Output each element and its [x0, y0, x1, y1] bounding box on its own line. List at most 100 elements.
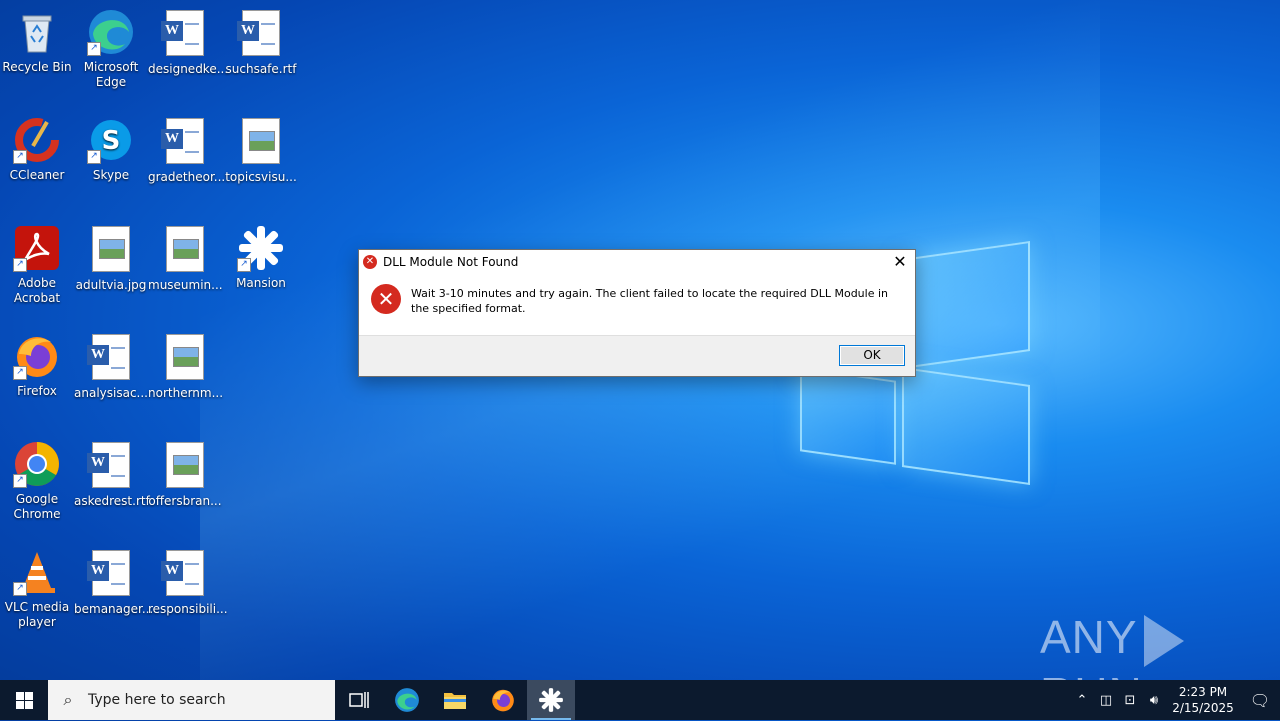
clock-date: 2/15/2025: [1172, 701, 1234, 715]
desktop-icon-label: Google Chrome: [13, 492, 61, 521]
dialog-message: Wait 3-10 minutes and try again. The cli…: [411, 287, 888, 315]
task-view-icon: [349, 692, 369, 708]
desktop-icon-responsibili[interactable]: W responsibili...: [148, 548, 228, 617]
desktop-icon-adultvia[interactable]: adultvia.jpg: [74, 224, 148, 293]
image-file-icon: [87, 226, 135, 274]
error-dialog: ✕ DLL Module Not Found ✕ ✕ Wait 3-10 min…: [358, 249, 916, 377]
word-doc-icon: W: [161, 118, 209, 166]
desktop-icon-label: Adobe Acrobat: [13, 276, 61, 305]
notification-center-icon[interactable]: 🗨︎: [1240, 691, 1280, 710]
shortcut-arrow-icon: ↗: [87, 42, 101, 56]
word-doc-icon: W: [237, 10, 285, 58]
chevron-up-icon[interactable]: ⌃: [1070, 693, 1094, 708]
dialog-footer: OK: [359, 335, 915, 376]
taskbar-file-explorer-button[interactable]: [431, 680, 479, 720]
desktop-icon-museumin[interactable]: museumin...: [148, 224, 223, 293]
search-placeholder: Type here to search: [88, 692, 226, 708]
wallpaper-logo-pane: [800, 367, 896, 465]
recycle-bin-icon: [13, 8, 61, 56]
desktop-icon-label: suchsafe.rtf: [225, 62, 297, 76]
desktop-icon-label: gradetheor...: [148, 170, 226, 184]
desktop-icon-label: Recycle Bin: [2, 60, 72, 74]
chrome-icon: ↗: [13, 440, 61, 488]
close-button[interactable]: ✕: [887, 250, 913, 274]
mansion-app-icon: ↗: [237, 224, 285, 272]
taskbar-clock[interactable]: 2:23 PM 2/15/2025: [1166, 684, 1240, 716]
start-button[interactable]: [0, 680, 48, 720]
desktop-icon-label: topicsvisu...: [225, 170, 297, 184]
svg-text:S: S: [102, 126, 121, 156]
desktop-icon-recycle-bin[interactable]: Recycle Bin: [0, 8, 74, 75]
desktop-icon-label: responsibili...: [148, 602, 228, 616]
desktop-icon-label: VLC media player: [4, 600, 70, 629]
word-doc-icon: W: [87, 334, 135, 382]
desktop-icon-suchsafe[interactable]: W suchsafe.rtf: [224, 8, 298, 77]
desktop-icon-label: analysisac...: [74, 386, 148, 400]
desktop-icon-vlc[interactable]: ↗ VLC media player: [0, 548, 74, 630]
acrobat-icon: ↗: [13, 224, 61, 272]
shortcut-arrow-icon: ↗: [13, 366, 27, 380]
desktop-icon-firefox[interactable]: ↗ Firefox: [0, 332, 74, 399]
desktop-icon-mansion[interactable]: ↗ Mansion: [224, 224, 298, 291]
desktop-icon-label: Microsoft Edge: [83, 60, 139, 89]
desktop-icon-label: Firefox: [17, 384, 57, 398]
dialog-title-bar[interactable]: ✕ DLL Module Not Found: [359, 250, 915, 274]
desktop-icon-ccleaner[interactable]: ↗ CCleaner: [0, 116, 74, 183]
taskbar: ⌕ Type here to search ⌃ ◫ ⊡ 🔊︎ 2:23 PM 2…: [0, 680, 1280, 720]
mansion-app-icon: [539, 688, 563, 712]
edge-icon: [395, 688, 419, 712]
error-icon: ✕: [363, 255, 377, 269]
skype-icon: S ↗: [87, 116, 135, 164]
meet-now-icon[interactable]: ◫: [1094, 693, 1118, 708]
word-doc-icon: W: [87, 550, 135, 598]
dialog-body: ✕ Wait 3-10 minutes and try again. The c…: [359, 274, 915, 334]
network-icon[interactable]: ⊡: [1118, 693, 1142, 708]
image-file-icon: [237, 118, 285, 166]
system-tray: ⌃ ◫ ⊡ 🔊︎ 2:23 PM 2/15/2025 🗨︎: [1070, 680, 1280, 720]
word-doc-icon: W: [161, 550, 209, 598]
edge-icon: ↗: [87, 8, 135, 56]
word-doc-icon: W: [87, 442, 135, 490]
shortcut-arrow-icon: ↗: [13, 582, 27, 596]
search-icon: ⌕: [63, 690, 73, 709]
shortcut-arrow-icon: ↗: [237, 258, 251, 272]
taskbar-search-box[interactable]: ⌕ Type here to search: [48, 680, 335, 720]
watermark-left: ANY: [1040, 611, 1138, 663]
desktop-icon-designedke[interactable]: W designedke...: [148, 8, 229, 77]
desktop-icon-adobe-acrobat[interactable]: ↗ Adobe Acrobat: [0, 224, 74, 306]
taskbar-mansion-button[interactable]: [527, 680, 575, 720]
vlc-icon: ↗: [13, 548, 61, 596]
desktop-icon-gradetheor[interactable]: W gradetheor...: [148, 116, 226, 185]
desktop-icon-askedrest[interactable]: W askedrest.rtf: [74, 440, 150, 509]
desktop-icon-skype[interactable]: S ↗ Skype: [74, 116, 148, 183]
wallpaper-logo-pane: [902, 241, 1030, 369]
firefox-icon: [492, 689, 514, 712]
volume-icon[interactable]: 🔊︎: [1142, 693, 1166, 708]
error-icon: ✕: [371, 284, 401, 314]
desktop-icon-label: offersbran...: [148, 494, 222, 508]
desktop-icon-label: Mansion: [236, 276, 286, 290]
shortcut-arrow-icon: ↗: [13, 258, 27, 272]
wallpaper-logo-pane: [902, 367, 1030, 485]
windows-logo-icon: [15, 691, 33, 709]
task-view-button[interactable]: [335, 680, 383, 720]
desktop-icon-bemanager[interactable]: W bemanager...: [74, 548, 153, 617]
image-file-icon: [161, 442, 209, 490]
shortcut-arrow-icon: ↗: [13, 150, 27, 164]
desktop-icon-offersbran[interactable]: offersbran...: [148, 440, 222, 509]
desktop-icon-microsoft-edge[interactable]: ↗ Microsoft Edge: [74, 8, 148, 90]
taskbar-firefox-button[interactable]: [479, 680, 527, 720]
desktop-icon-topicsvisu[interactable]: topicsvisu...: [224, 116, 298, 185]
desktop-icon-label: CCleaner: [9, 168, 65, 182]
word-doc-icon: W: [161, 10, 209, 58]
taskbar-edge-button[interactable]: [383, 680, 431, 720]
desktop-icon-analysisac[interactable]: W analysisac...: [74, 332, 148, 401]
image-file-icon: [161, 226, 209, 274]
desktop-icon-northernm[interactable]: northernm...: [148, 332, 223, 401]
desktop-icon-label: Skype: [92, 168, 130, 182]
image-file-icon: [161, 334, 209, 382]
ok-button[interactable]: OK: [839, 345, 905, 366]
desktop-icon-google-chrome[interactable]: ↗ Google Chrome: [0, 440, 74, 522]
desktop-icon-label: designedke...: [148, 62, 229, 76]
ccleaner-icon: ↗: [13, 116, 61, 164]
